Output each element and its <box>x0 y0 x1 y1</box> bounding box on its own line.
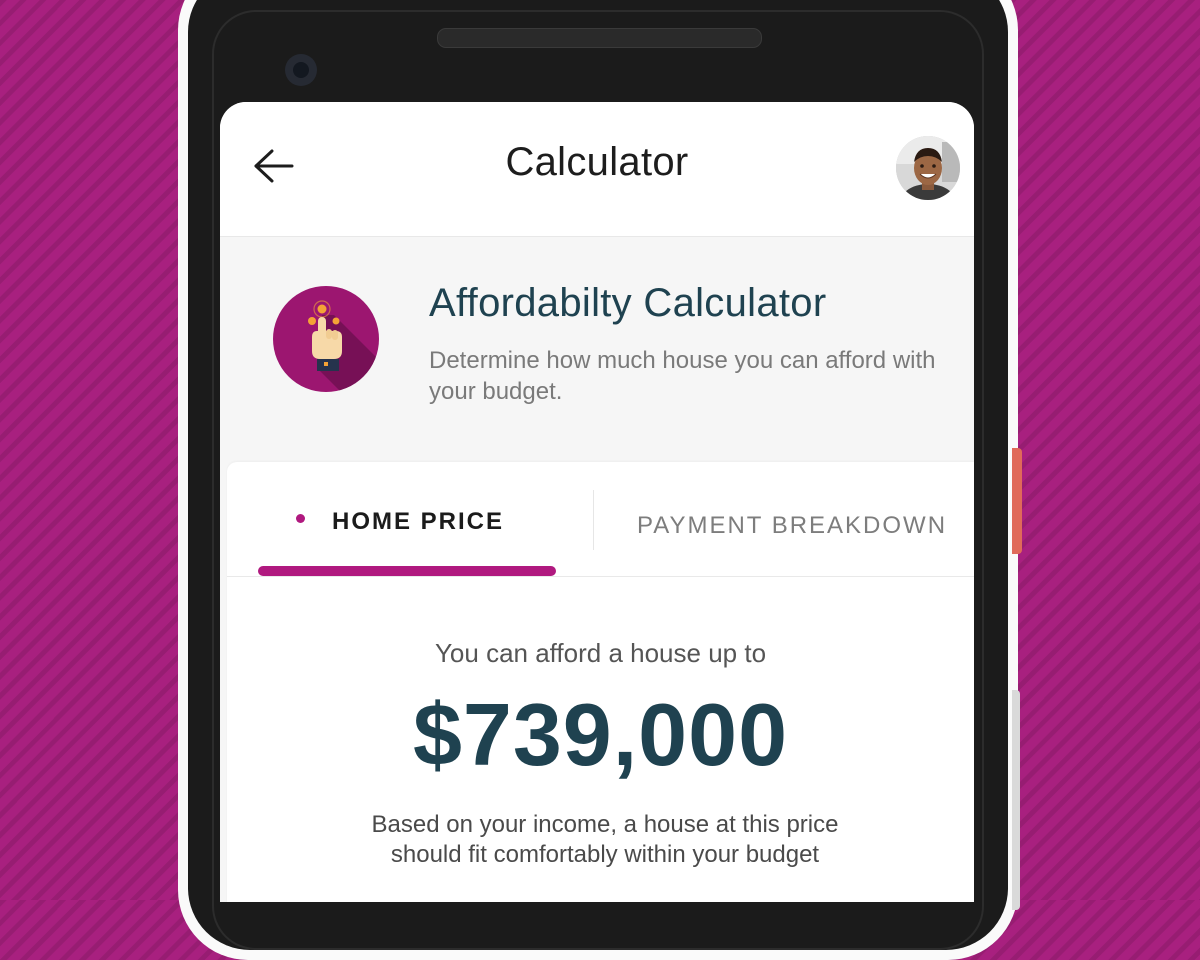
front-camera <box>285 54 317 86</box>
hand-pointer-icon <box>272 285 380 393</box>
app-bar: Calculator <box>220 102 974 237</box>
calculator-header: Affordabilty Calculator Determine how mu… <box>220 237 974 462</box>
result-note: Based on your income, a house at this pr… <box>371 811 839 868</box>
active-tab-indicator <box>258 566 556 576</box>
active-tab-dot <box>296 514 305 523</box>
tab-payment-breakdown-label: PAYMENT BREAKDOWN <box>637 512 948 539</box>
speaker-grille <box>437 28 762 48</box>
tab-home-price[interactable]: HOME PRICE <box>258 462 558 574</box>
avatar[interactable] <box>896 136 960 200</box>
result-lead-text: You can afford a house up to <box>434 638 767 668</box>
calculator-description: Determine how much house you can afford … <box>429 347 936 405</box>
result-card: HOME PRICE PAYMENT BREAKDOWN You can aff… <box>227 462 974 902</box>
page-title: Calculator <box>505 140 689 184</box>
side-button <box>1012 448 1022 554</box>
phone-screen: Calculator Affordabilty Calculator Deter… <box>220 102 974 902</box>
side-button-lower <box>1012 690 1020 910</box>
user-avatar-icon <box>896 136 960 200</box>
tab-divider <box>593 490 594 550</box>
tab-home-price-label: HOME PRICE <box>332 508 505 535</box>
tab-payment-breakdown[interactable]: PAYMENT BREAKDOWN <box>597 462 974 574</box>
tab-bar: HOME PRICE PAYMENT BREAKDOWN <box>227 462 974 577</box>
calculator-title: Affordabilty Calculator <box>429 281 827 325</box>
affordable-price: $739,000 <box>412 685 789 784</box>
